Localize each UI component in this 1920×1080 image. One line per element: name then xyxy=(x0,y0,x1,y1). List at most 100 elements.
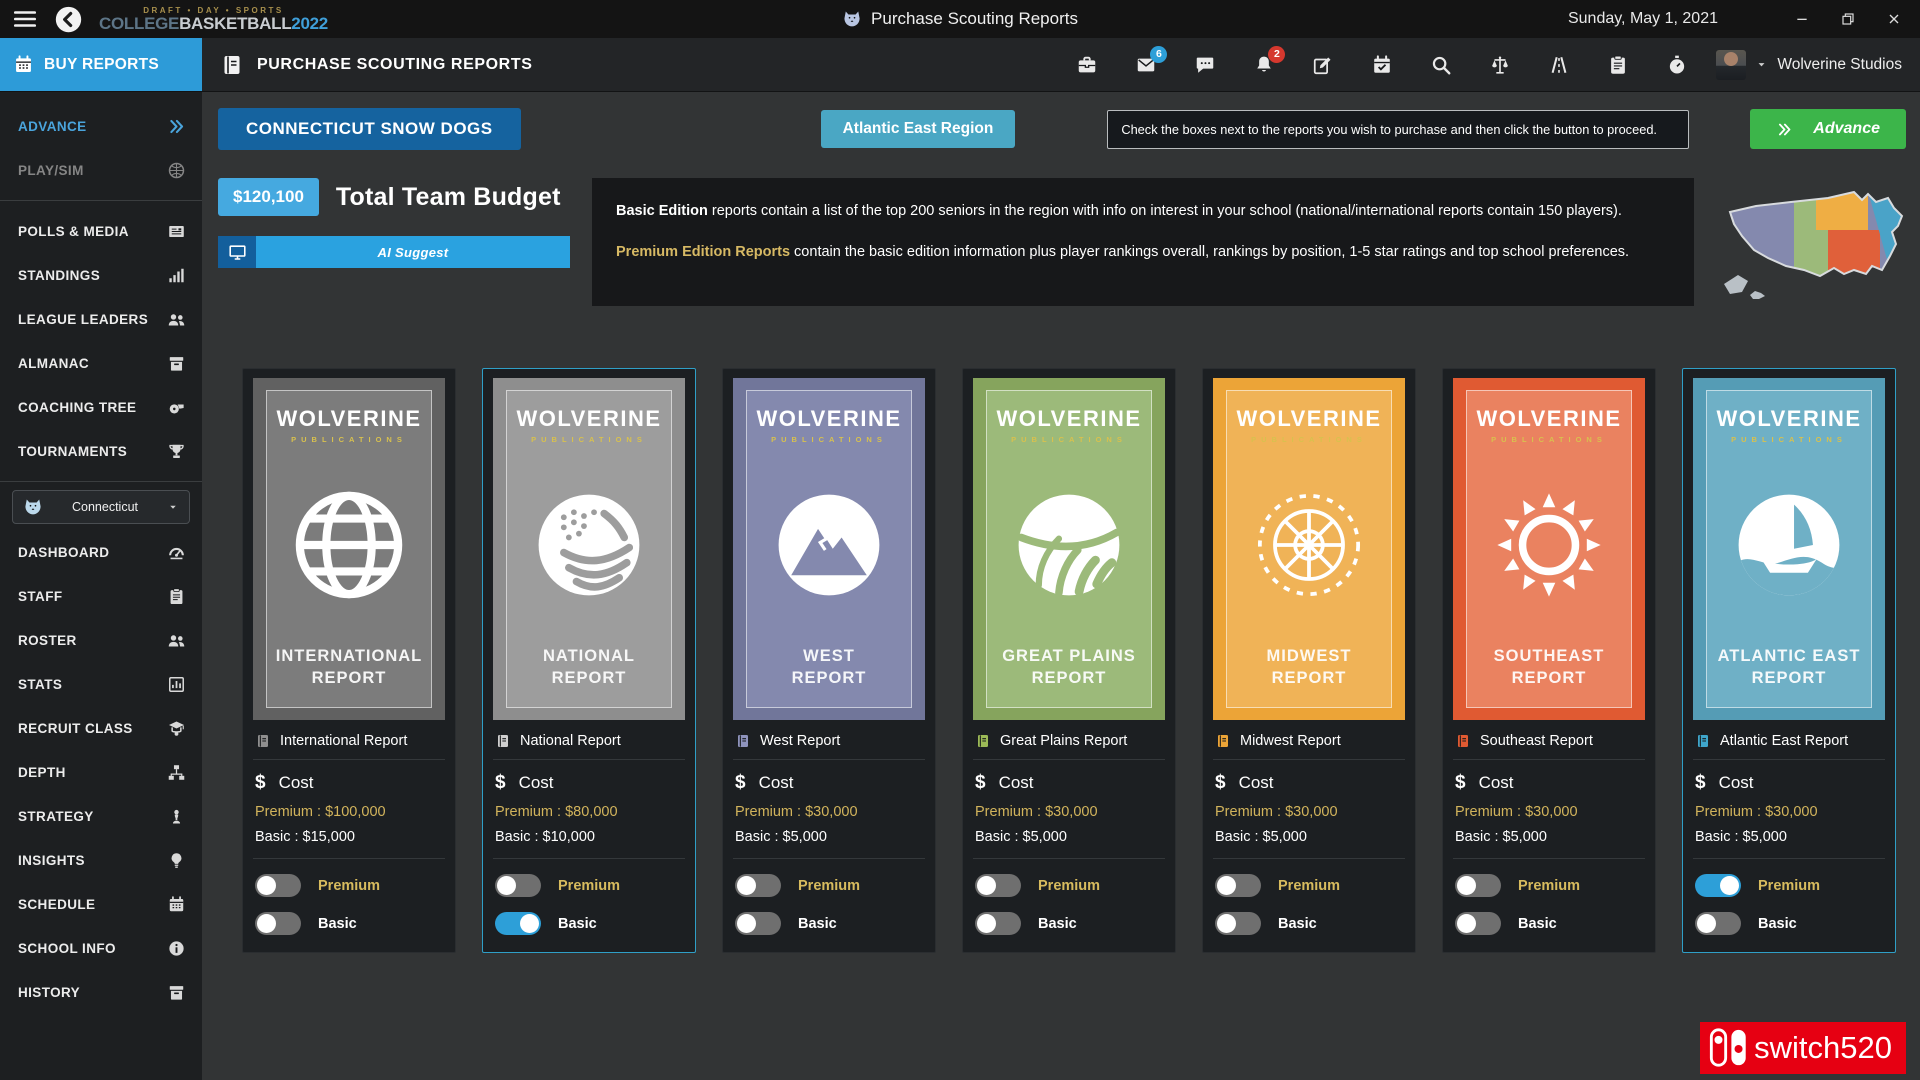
sidebar-item-advance[interactable]: ADVANCE xyxy=(0,104,202,148)
sail-icon xyxy=(1713,444,1865,646)
sidebar-item-label: SCHOOL INFO xyxy=(18,941,116,956)
premium-toggle-row[interactable]: Premium xyxy=(1455,874,1643,897)
cover-region-title: INTERNATIONALREPORT xyxy=(276,646,423,689)
road-icon[interactable] xyxy=(1548,54,1570,76)
basic-edition-lead: Basic Edition xyxy=(616,203,708,219)
premium-edition-lead: Premium Edition Reports xyxy=(616,244,790,260)
basic-toggle[interactable] xyxy=(735,912,781,935)
divider xyxy=(253,858,445,859)
premium-toggle-row[interactable]: Premium xyxy=(255,874,443,897)
sidebar-item-history[interactable]: HISTORY xyxy=(0,970,202,1014)
basic-cost: Basic : $5,000 xyxy=(1455,829,1643,845)
clipboard-icon xyxy=(167,587,186,606)
basic-toggle[interactable] xyxy=(1215,912,1261,935)
flag-icon xyxy=(513,444,665,646)
sidebar-item-label: PLAY/SIM xyxy=(18,163,84,178)
edit-icon[interactable] xyxy=(1312,54,1334,76)
sidebar-item-staff[interactable]: STAFF xyxy=(0,574,202,618)
premium-toggle[interactable] xyxy=(735,874,781,897)
basic-toggle-row[interactable]: Basic xyxy=(1215,912,1403,935)
bell-icon[interactable]: 2 xyxy=(1253,54,1275,76)
users-icon xyxy=(167,631,186,650)
sidebar-item-roster[interactable]: ROSTER xyxy=(0,618,202,662)
basic-toggle-label: Basic xyxy=(1758,916,1797,932)
advance-button[interactable]: Advance xyxy=(1750,109,1906,149)
back-button[interactable] xyxy=(54,5,83,34)
cover-publisher: PUBLICATIONS xyxy=(531,435,647,444)
sidebar-item-polls-media[interactable]: POLLS & MEDIA xyxy=(0,209,202,253)
sidebar-item-label: STATS xyxy=(18,677,62,692)
cover-region-title: WESTREPORT xyxy=(792,646,867,689)
premium-toggle-row[interactable]: Premium xyxy=(975,874,1163,897)
basic-toggle[interactable] xyxy=(495,912,541,935)
premium-toggle[interactable] xyxy=(1695,874,1741,897)
calendar-check-icon[interactable] xyxy=(1371,54,1393,76)
trophy-icon xyxy=(167,442,186,461)
premium-toggle-row[interactable]: Premium xyxy=(1215,874,1403,897)
envelope-icon[interactable]: 6 xyxy=(1135,54,1157,76)
basic-toggle-row[interactable]: Basic xyxy=(255,912,443,935)
account-name: Wolverine Studios xyxy=(1777,56,1902,74)
sidebar-item-almanac[interactable]: ALMANAC xyxy=(0,341,202,385)
premium-edition-text: contain the basic edition information pl… xyxy=(790,244,1629,260)
search-icon[interactable] xyxy=(1430,54,1452,76)
sidebar-item-coaching-tree[interactable]: COACHING TREE xyxy=(0,385,202,429)
premium-toggle[interactable] xyxy=(1215,874,1261,897)
basic-toggle-row[interactable]: Basic xyxy=(495,912,683,935)
region-button[interactable]: Atlantic East Region xyxy=(821,110,1016,148)
divider xyxy=(253,759,445,760)
sidebar-item-school-info[interactable]: SCHOOL INFO xyxy=(0,926,202,970)
clipboard-icon[interactable] xyxy=(1607,54,1629,76)
scales-icon[interactable] xyxy=(1489,54,1511,76)
sidebar-item-play-sim[interactable]: PLAY/SIM xyxy=(0,148,202,192)
husky-logo-icon xyxy=(23,497,43,517)
basic-cost: Basic : $5,000 xyxy=(735,829,923,845)
basic-toggle[interactable] xyxy=(255,912,301,935)
premium-toggle-row[interactable]: Premium xyxy=(1695,874,1883,897)
premium-toggle-row[interactable]: Premium xyxy=(735,874,923,897)
sidebar-item-insights[interactable]: INSIGHTS xyxy=(0,838,202,882)
sidebar-item-tournaments[interactable]: TOURNAMENTS xyxy=(0,429,202,473)
sidebar-item-recruit-class[interactable]: RECRUIT CLASS xyxy=(0,706,202,750)
premium-toggle[interactable] xyxy=(495,874,541,897)
cover-publisher: PUBLICATIONS xyxy=(1491,435,1607,444)
stopwatch-icon[interactable] xyxy=(1666,54,1688,76)
sidebar-item-schedule[interactable]: SCHEDULE xyxy=(0,882,202,926)
premium-toggle-label: Premium xyxy=(558,878,620,894)
minimize-button[interactable] xyxy=(1794,11,1810,27)
premium-toggle[interactable] xyxy=(975,874,1021,897)
page-title: PURCHASE SCOUTING REPORTS xyxy=(257,56,532,74)
briefcase-icon[interactable] xyxy=(1076,54,1098,76)
buy-reports-tab[interactable]: BUY REPORTS xyxy=(0,38,202,91)
basic-toggle-row[interactable]: Basic xyxy=(1455,912,1643,935)
basic-toggle[interactable] xyxy=(975,912,1021,935)
sidebar-item-dashboard[interactable]: DASHBOARD xyxy=(0,530,202,574)
basic-toggle[interactable] xyxy=(1695,912,1741,935)
chess-icon xyxy=(167,807,186,826)
basic-toggle-row[interactable]: Basic xyxy=(975,912,1163,935)
account-menu[interactable]: Wolverine Studios xyxy=(1716,38,1920,91)
report-card-atlantic-east-report: WOLVERINE PUBLICATIONS ATLANTIC EASTREPO… xyxy=(1682,368,1896,953)
menu-icon[interactable] xyxy=(12,6,38,32)
restore-button[interactable] xyxy=(1840,11,1856,27)
monitor-icon xyxy=(228,243,247,262)
premium-toggle-label: Premium xyxy=(1518,878,1580,894)
close-button[interactable] xyxy=(1886,11,1902,27)
sidebar-item-depth[interactable]: DEPTH xyxy=(0,750,202,794)
basic-toggle-label: Basic xyxy=(318,916,357,932)
basic-toggle-row[interactable]: Basic xyxy=(735,912,923,935)
basic-toggle-row[interactable]: Basic xyxy=(1695,912,1883,935)
chat-icon[interactable] xyxy=(1194,54,1216,76)
sidebar-item-league-leaders[interactable]: LEAGUE LEADERS xyxy=(0,297,202,341)
premium-toggle-row[interactable]: Premium xyxy=(495,874,683,897)
sidebar-item-standings[interactable]: STANDINGS xyxy=(0,253,202,297)
premium-toggle[interactable] xyxy=(255,874,301,897)
ai-suggest-button[interactable]: AI Suggest xyxy=(218,236,570,268)
sidebar-item-strategy[interactable]: STRATEGY xyxy=(0,794,202,838)
basic-toggle[interactable] xyxy=(1455,912,1501,935)
premium-toggle[interactable] xyxy=(1455,874,1501,897)
team-select[interactable]: Connecticut xyxy=(12,490,190,524)
sidebar-item-stats[interactable]: STATS xyxy=(0,662,202,706)
divider xyxy=(1213,759,1405,760)
team-name-button[interactable]: CONNECTICUT SNOW DOGS xyxy=(218,108,521,150)
